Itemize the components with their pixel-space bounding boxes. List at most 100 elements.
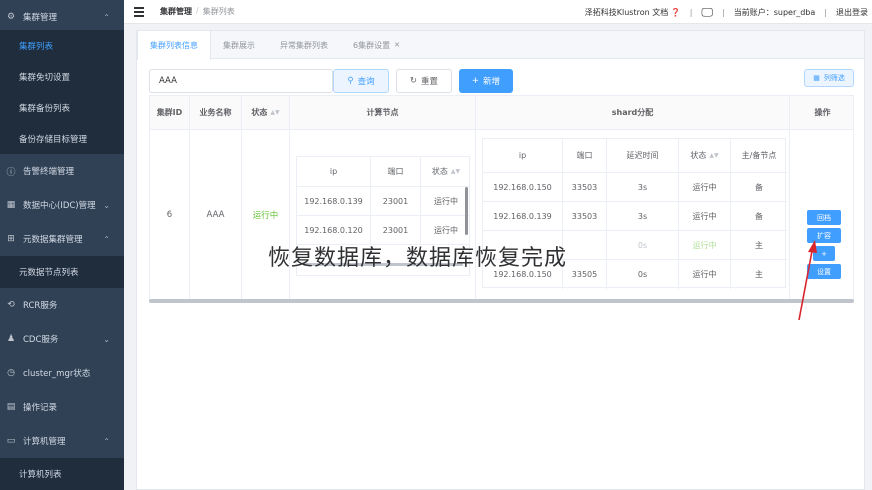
divider: | [824,7,827,17]
shard-status: 运行中 [679,260,731,289]
shard-header-role: 主/备节点 [731,139,787,173]
sidebar-item-computer-list[interactable]: 计算机列表 [0,458,124,490]
search-input[interactable] [149,69,333,93]
sidebar-item-cdc[interactable]: ♟ CDC服务 ⌄ [0,322,124,356]
chevron-up-icon: ⌃ [103,436,110,446]
cell-business-name: AAA [190,130,242,300]
hamburger-icon[interactable] [134,6,144,17]
grid-icon: ▦ [813,74,820,82]
header-compute-nodes: 计算节点 [290,96,476,130]
shard-header-delay: 延迟时间 [607,139,679,173]
chevron-up-icon: ⌃ [103,12,110,22]
shard-delay: 0s [607,231,679,260]
tab-cluster-settings[interactable]: 6集群设置 ✕ [341,31,413,59]
reset-button[interactable]: ↻ 重置 [396,69,452,93]
shard-header-status[interactable]: 状态 ▲▼ [679,139,731,173]
sidebar-item-backup-list[interactable]: 集群备份列表 [0,92,124,123]
sidebar-group-meta[interactable]: ⊞ 元数据集群管理 ⌃ [0,222,124,256]
shard-role: 备 [731,202,787,231]
toolbar: ⚲查询 ↻重置 +新增 ▦列筛选 [149,69,854,95]
expand-button[interactable]: 扩容 [807,228,841,243]
shard-status: 运行中 [679,231,731,260]
divider: | [689,7,693,17]
clock-icon: ◷ [7,368,15,378]
breadcrumb-separator: / [196,6,199,15]
docs-link[interactable]: 泽拓科技Klustron 文档 ❓ [585,7,681,18]
sidebar-item-rcr[interactable]: ⟲ RCR服务 [0,288,124,322]
add-button-label: 新增 [483,77,501,87]
refresh-icon: ↻ [409,76,418,86]
column-filter-label: 列筛选 [823,74,845,82]
refresh-icon: ⟲ [7,300,15,310]
sidebar-group-computer[interactable]: ▭ 计算机管理 ⌃ [0,424,124,458]
shard-role: 备 [731,173,787,202]
more-button[interactable]: + [813,246,835,261]
monitor-icon: ▭ [6,436,16,446]
sidebar-item-label: 备份存储目标管理 [19,134,88,145]
shard-port: 33503 [563,202,607,231]
compute-header-status[interactable]: 状态 ▲▼ [421,157,469,187]
tab-cluster-info[interactable]: 集群列表信息 [137,31,211,60]
sidebar-item-label: 告警终端管理 [23,167,75,177]
query-button[interactable]: ⚲ 查询 [333,69,389,93]
sidebar-item-label: CDC服务 [23,335,59,345]
rollback-button[interactable]: 回档 [807,210,841,225]
table-horizontal-scrollbar[interactable] [149,299,854,303]
tab-label: 6集群设置 [353,40,391,50]
tab-cluster-display[interactable]: 集群展示 [211,31,268,59]
shard-port: 33503 [563,173,607,202]
divider: | [722,7,725,17]
vertical-scrollbar[interactable] [465,187,468,235]
sidebar-item-mgr[interactable]: ◷ cluster_mgr状态 [0,356,124,390]
header-cluster-id: 集群ID [150,96,190,130]
header-status[interactable]: 状态 ▲▼ [242,96,290,130]
sidebar-item-backup-storage[interactable]: 备份存储目标管理 [0,123,124,154]
cluster-icon: ⊞ [7,234,15,244]
sidebar-item-switch-settings[interactable]: 集群免切设置 [0,61,124,92]
reset-button-label: 重置 [421,77,439,87]
sidebar-group-label: 集群管理 [23,13,58,23]
chevron-up-icon: ⌃ [103,234,110,244]
sidebar-item-alarm[interactable]: ⓘ 告警终端管理 [0,154,124,188]
sidebar-item-label: 集群备份列表 [19,103,71,114]
compute-header-ip: ip [297,157,371,187]
sort-icon[interactable]: ▲▼ [451,168,460,175]
logout-link[interactable]: 退出登录 [836,7,868,18]
sidebar-item-label: 计算机管理 [23,437,66,447]
add-button[interactable]: + 新增 [459,69,513,93]
sidebar-item-label: 数据中心(IDC)管理 [23,201,96,211]
gear-icon: ⚙ [6,12,16,22]
compute-header-port: 端口 [371,157,421,187]
column-filter-button[interactable]: ▦ 列筛选 [804,69,854,87]
sidebar-group-cluster[interactable]: ⚙ 集群管理 ⌃ [0,0,124,34]
app: ⚙ 集群管理 ⌃ 集群列表 集群免切设置 集群备份列表 备份存储目标管理 ⓘ 告警终端… [0,0,872,490]
sort-icon[interactable]: ▲▼ [709,152,718,159]
compute-status: 运行中 [421,187,469,216]
shard-status: 运行中 [679,173,731,202]
compute-port: 23001 [371,187,421,216]
sidebar-item-meta-nodes[interactable]: 元数据节点列表 [0,256,124,288]
sidebar-item-log[interactable]: ▤ 操作记录 [0,390,124,424]
sidebar-item-label: cluster_mgr状态 [23,369,91,379]
tab-abnormal-clusters[interactable]: 异常集群列表 [268,31,341,59]
chevron-down-icon: ⌄ [103,200,110,210]
sidebar-item-label: 集群免切设置 [19,72,71,83]
shard-role: 主 [755,270,763,279]
tab-label: 集群展示 [223,40,255,50]
tab-bar: 集群列表信息 集群展示 异常集群列表 6集群设置 ✕ [137,31,864,60]
cell-status: 运行中 [242,130,290,300]
sidebar-item-cluster-list[interactable]: 集群列表 [0,30,124,61]
sidebar-item-idc[interactable]: ▦ 数据中心(IDC)管理 ⌄ [0,188,124,222]
tab-label: 集群列表信息 [150,41,198,50]
annotation-caption: 恢复数据库，数据库恢复完成 [268,246,568,271]
user-icon: ♟ [6,334,16,344]
breadcrumb-item[interactable]: 集群管理 [160,6,192,17]
settings-button[interactable]: 设置 [807,264,841,279]
sort-icon[interactable]: ▲▼ [270,109,279,116]
header-status-label: 状态 [251,108,268,117]
sidebar: ⚙ 集群管理 ⌃ 集群列表 集群免切设置 集群备份列表 备份存储目标管理 ⓘ 告警终端… [0,0,124,490]
close-icon[interactable]: ✕ [394,41,400,49]
shard-role: 主 [731,231,787,260]
sidebar-item-label: 元数据节点列表 [19,268,79,278]
monitor-icon[interactable]: 🖵 [701,5,713,20]
